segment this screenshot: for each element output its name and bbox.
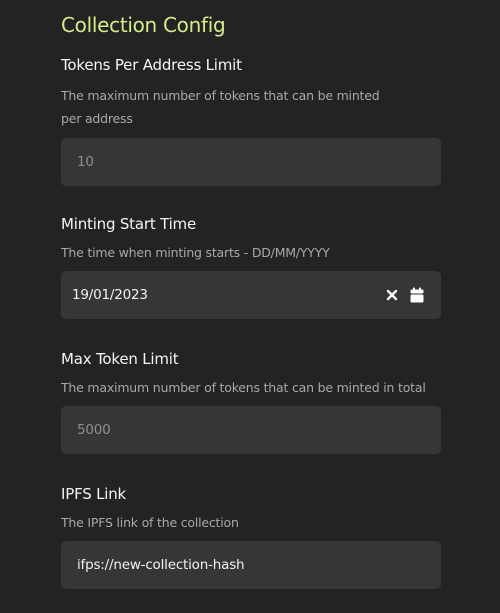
minting-start-time-value[interactable]: 19/01/2023: [72, 287, 384, 303]
max-token-limit-field: Max Token Limit The maximum number of to…: [61, 349, 441, 454]
max-token-limit-label: Max Token Limit: [61, 350, 179, 368]
close-icon[interactable]: [384, 287, 400, 303]
ipfs-link-description: The IPFS link of the collection: [61, 515, 239, 530]
tokens-per-address-input[interactable]: [77, 154, 425, 170]
tokens-per-address-description: The maximum number of tokens that can be…: [61, 88, 380, 126]
max-token-limit-input[interactable]: [77, 422, 425, 438]
collection-config-panel: Collection Config Tokens Per Address Lim…: [0, 0, 500, 613]
tokens-per-address-input-box[interactable]: [61, 138, 441, 186]
minting-start-time-date-picker[interactable]: 19/01/2023: [61, 271, 441, 319]
ipfs-link-input-box[interactable]: [61, 541, 441, 589]
calendar-icon[interactable]: [409, 287, 425, 303]
tokens-per-address-label: Tokens Per Address Limit: [61, 56, 242, 74]
minting-start-time-description: The time when minting starts - DD/MM/YYY…: [61, 245, 330, 260]
max-token-limit-input-box[interactable]: [61, 406, 441, 454]
minting-start-time-field: Minting Start Time The time when minting…: [61, 214, 441, 319]
tokens-per-address-field: Tokens Per Address Limit The maximum num…: [61, 55, 441, 186]
ipfs-link-field: IPFS Link The IPFS link of the collectio…: [61, 484, 441, 589]
minting-start-time-label: Minting Start Time: [61, 215, 196, 233]
section-title: Collection Config: [61, 13, 226, 37]
ipfs-link-label: IPFS Link: [61, 485, 127, 503]
max-token-limit-description: The maximum number of tokens that can be…: [61, 380, 426, 395]
ipfs-link-input[interactable]: [77, 557, 425, 573]
